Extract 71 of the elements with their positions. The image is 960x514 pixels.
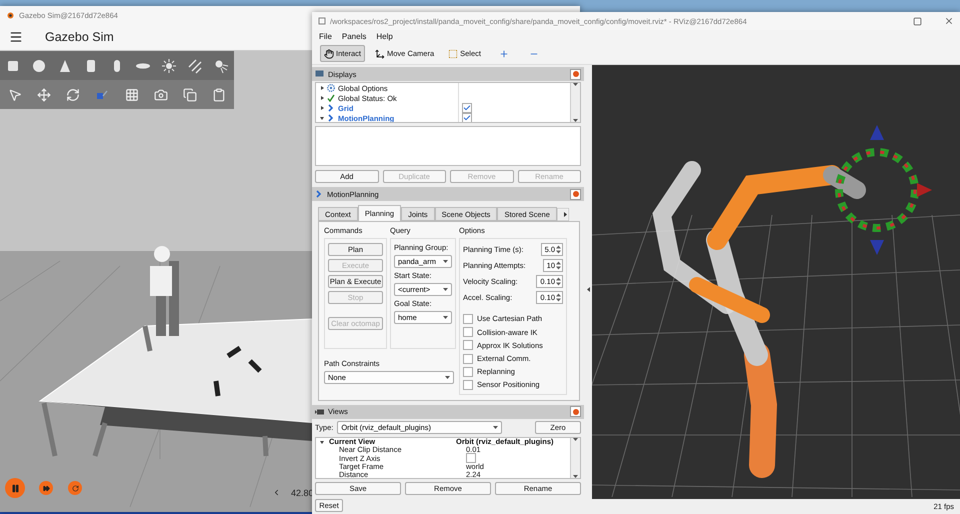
expanded-arrow-icon[interactable] — [320, 116, 324, 120]
checkbox[interactable] — [463, 340, 473, 350]
rotate-icon[interactable] — [66, 88, 80, 102]
close-panel-icon[interactable] — [570, 68, 581, 80]
checkbox[interactable] — [462, 103, 472, 113]
caret-icon — [573, 83, 578, 86]
app-title: Gazebo Sim — [45, 30, 114, 44]
collapsed-arrow-icon[interactable] — [320, 96, 324, 100]
caret-icon — [573, 118, 578, 122]
paste-icon[interactable] — [212, 88, 226, 102]
step-button[interactable] — [39, 481, 53, 495]
pause-icon — [10, 484, 20, 492]
collapsed-arrow-icon[interactable] — [320, 106, 324, 110]
sphere-icon[interactable] — [31, 58, 47, 74]
caret-icon — [443, 260, 448, 264]
menu-item[interactable]: Help — [376, 32, 393, 41]
spot-light-icon[interactable] — [213, 58, 229, 74]
checkbox[interactable] — [463, 366, 473, 377]
checkbox[interactable] — [463, 380, 473, 390]
monitor-icon — [315, 70, 324, 78]
reset-button[interactable] — [68, 481, 82, 495]
close-panel-icon[interactable] — [570, 188, 581, 200]
move-icon[interactable] — [36, 88, 51, 102]
scrollbar[interactable] — [570, 83, 580, 122]
hand-icon — [324, 48, 334, 58]
spin-arrows-icon[interactable] — [556, 277, 561, 286]
menu-item[interactable]: File — [319, 32, 332, 41]
spin-arrows-icon[interactable] — [556, 261, 561, 270]
maximize-icon[interactable] — [913, 16, 922, 26]
directional-light-icon[interactable] — [187, 58, 203, 74]
caret-icon — [493, 426, 498, 429]
object-drawing — [214, 346, 262, 398]
chevron-left-icon[interactable] — [272, 488, 281, 497]
checkbox[interactable] — [463, 314, 473, 324]
checkbox[interactable] — [462, 113, 472, 122]
cursor-icon[interactable] — [8, 88, 22, 102]
sun-icon[interactable] — [161, 58, 177, 74]
tab-scroll-icon[interactable] — [556, 208, 569, 222]
checkbox[interactable] — [463, 354, 473, 364]
spin-arrows-icon[interactable] — [556, 245, 561, 254]
gear-icon — [327, 84, 335, 92]
gazebo-logo-icon — [6, 10, 15, 20]
caret-icon — [443, 316, 448, 320]
caret-icon — [445, 376, 450, 380]
caret-icon — [443, 288, 448, 292]
scrollbar[interactable] — [570, 438, 580, 478]
plus-icon[interactable] — [498, 48, 509, 58]
collapsed-arrow-icon[interactable] — [320, 86, 324, 90]
checkbox[interactable] — [466, 453, 476, 464]
caret-icon — [573, 438, 578, 441]
pause-button[interactable] — [5, 478, 25, 498]
menu-item[interactable]: Panels — [342, 32, 366, 41]
move-camera-icon — [375, 48, 386, 58]
grid-icon[interactable] — [124, 88, 139, 102]
close-panel-icon[interactable] — [570, 406, 581, 418]
expanded-arrow-icon[interactable] — [320, 440, 324, 444]
caret-icon — [573, 475, 578, 478]
rotate-icon — [72, 484, 78, 492]
cone-icon[interactable] — [57, 58, 73, 74]
fast-forward-icon — [42, 484, 50, 492]
plugin-icon — [315, 190, 323, 198]
copy-icon[interactable] — [183, 88, 198, 102]
camera-icon[interactable] — [154, 88, 168, 102]
collapse-arrow-icon[interactable] — [586, 287, 590, 292]
checkmark-icon — [327, 94, 335, 102]
close-icon[interactable] — [944, 16, 954, 26]
spin-arrows-icon[interactable] — [556, 293, 561, 302]
checkbox[interactable] — [463, 327, 473, 338]
camera-icon — [315, 408, 324, 415]
select-icon — [448, 48, 458, 58]
menu-icon[interactable] — [9, 30, 23, 44]
